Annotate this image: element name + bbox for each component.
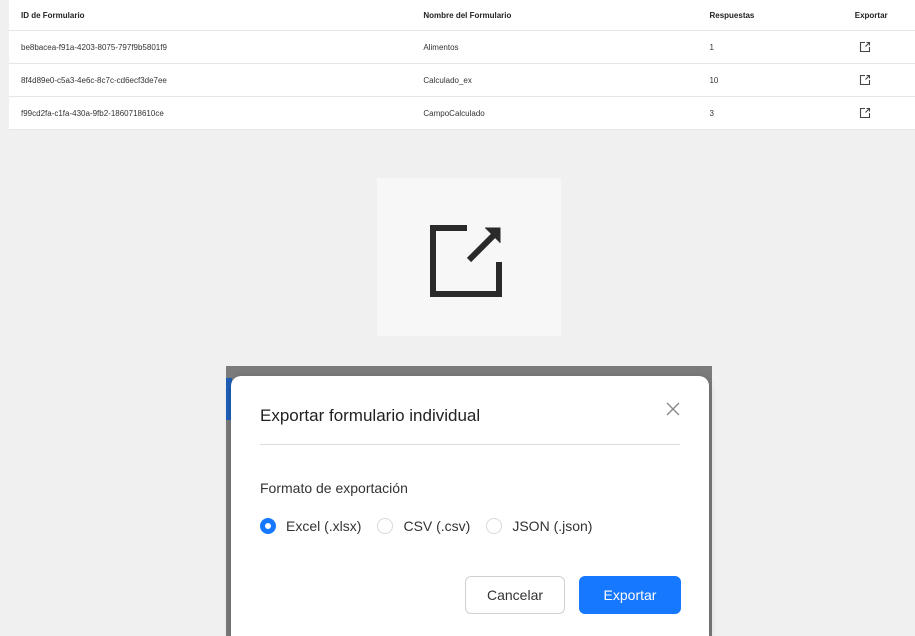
radio-json[interactable] [486, 518, 503, 534]
format-option-json[interactable]: JSON (.json) [486, 518, 592, 534]
dialog-title: Exportar formulario individual [260, 406, 481, 425]
cell-form-id: be8bacea-f91a-4203-8075-797f9b5801f9 [9, 30, 412, 64]
dialog-divider [260, 444, 680, 445]
format-label: Formato de exportación [260, 480, 408, 496]
header-responses[interactable]: Respuestas [697, 0, 843, 31]
format-radio-group: Excel (.xlsx) CSV (.csv) JSON (.json) [260, 518, 608, 534]
forms-table-container: ID de Formulario Nombre del Formulario R… [0, 0, 915, 130]
export-dialog: Exportar formulario individual Formato d… [231, 376, 709, 636]
external-link-icon [430, 225, 502, 297]
forms-table: ID de Formulario Nombre del Formulario R… [9, 0, 915, 130]
external-link-icon[interactable] [859, 107, 871, 119]
cell-form-name: CampoCalculado [411, 96, 698, 130]
format-option-excel[interactable]: Excel (.xlsx) [260, 518, 361, 534]
format-option-label: CSV (.csv) [403, 518, 471, 534]
format-option-label: JSON (.json) [512, 518, 593, 534]
cell-responses: 1 [697, 30, 843, 64]
close-icon[interactable] [664, 400, 682, 418]
format-option-csv[interactable]: CSV (.csv) [377, 518, 470, 534]
table-row: 8f4d89e0-c5a3-4e6c-8c7c-cd6ecf3de7ee Cal… [9, 63, 915, 97]
header-export[interactable]: Exportar [842, 0, 915, 31]
radio-excel[interactable] [260, 518, 276, 534]
cell-responses: 10 [697, 63, 843, 97]
cell-export [842, 30, 915, 64]
format-option-label: Excel (.xlsx) [286, 518, 362, 534]
export-button[interactable]: Exportar [579, 576, 681, 614]
header-id[interactable]: ID de Formulario [9, 0, 412, 31]
radio-csv[interactable] [377, 518, 394, 534]
cell-export [842, 63, 915, 97]
cell-form-id: f99cd2fa-c1fa-430a-9fb2-1860718610ce [9, 96, 412, 130]
table-row: be8bacea-f91a-4203-8075-797f9b5801f9 Ali… [9, 30, 915, 64]
table-header-row: ID de Formulario Nombre del Formulario R… [9, 0, 915, 31]
cell-form-name: Calculado_ex [411, 63, 698, 97]
cell-export [842, 96, 915, 130]
table-row: f99cd2fa-c1fa-430a-9fb2-1860718610ce Cam… [9, 96, 915, 130]
cell-form-id: 8f4d89e0-c5a3-4e6c-8c7c-cd6ecf3de7ee [9, 63, 412, 97]
external-link-icon[interactable] [859, 41, 871, 53]
cell-form-name: Alimentos [411, 30, 698, 64]
header-name[interactable]: Nombre del Formulario [411, 0, 698, 31]
cancel-button[interactable]: Cancelar [465, 576, 565, 614]
external-link-icon[interactable] [859, 74, 871, 86]
cell-responses: 3 [697, 96, 843, 130]
export-icon-preview [377, 178, 561, 336]
